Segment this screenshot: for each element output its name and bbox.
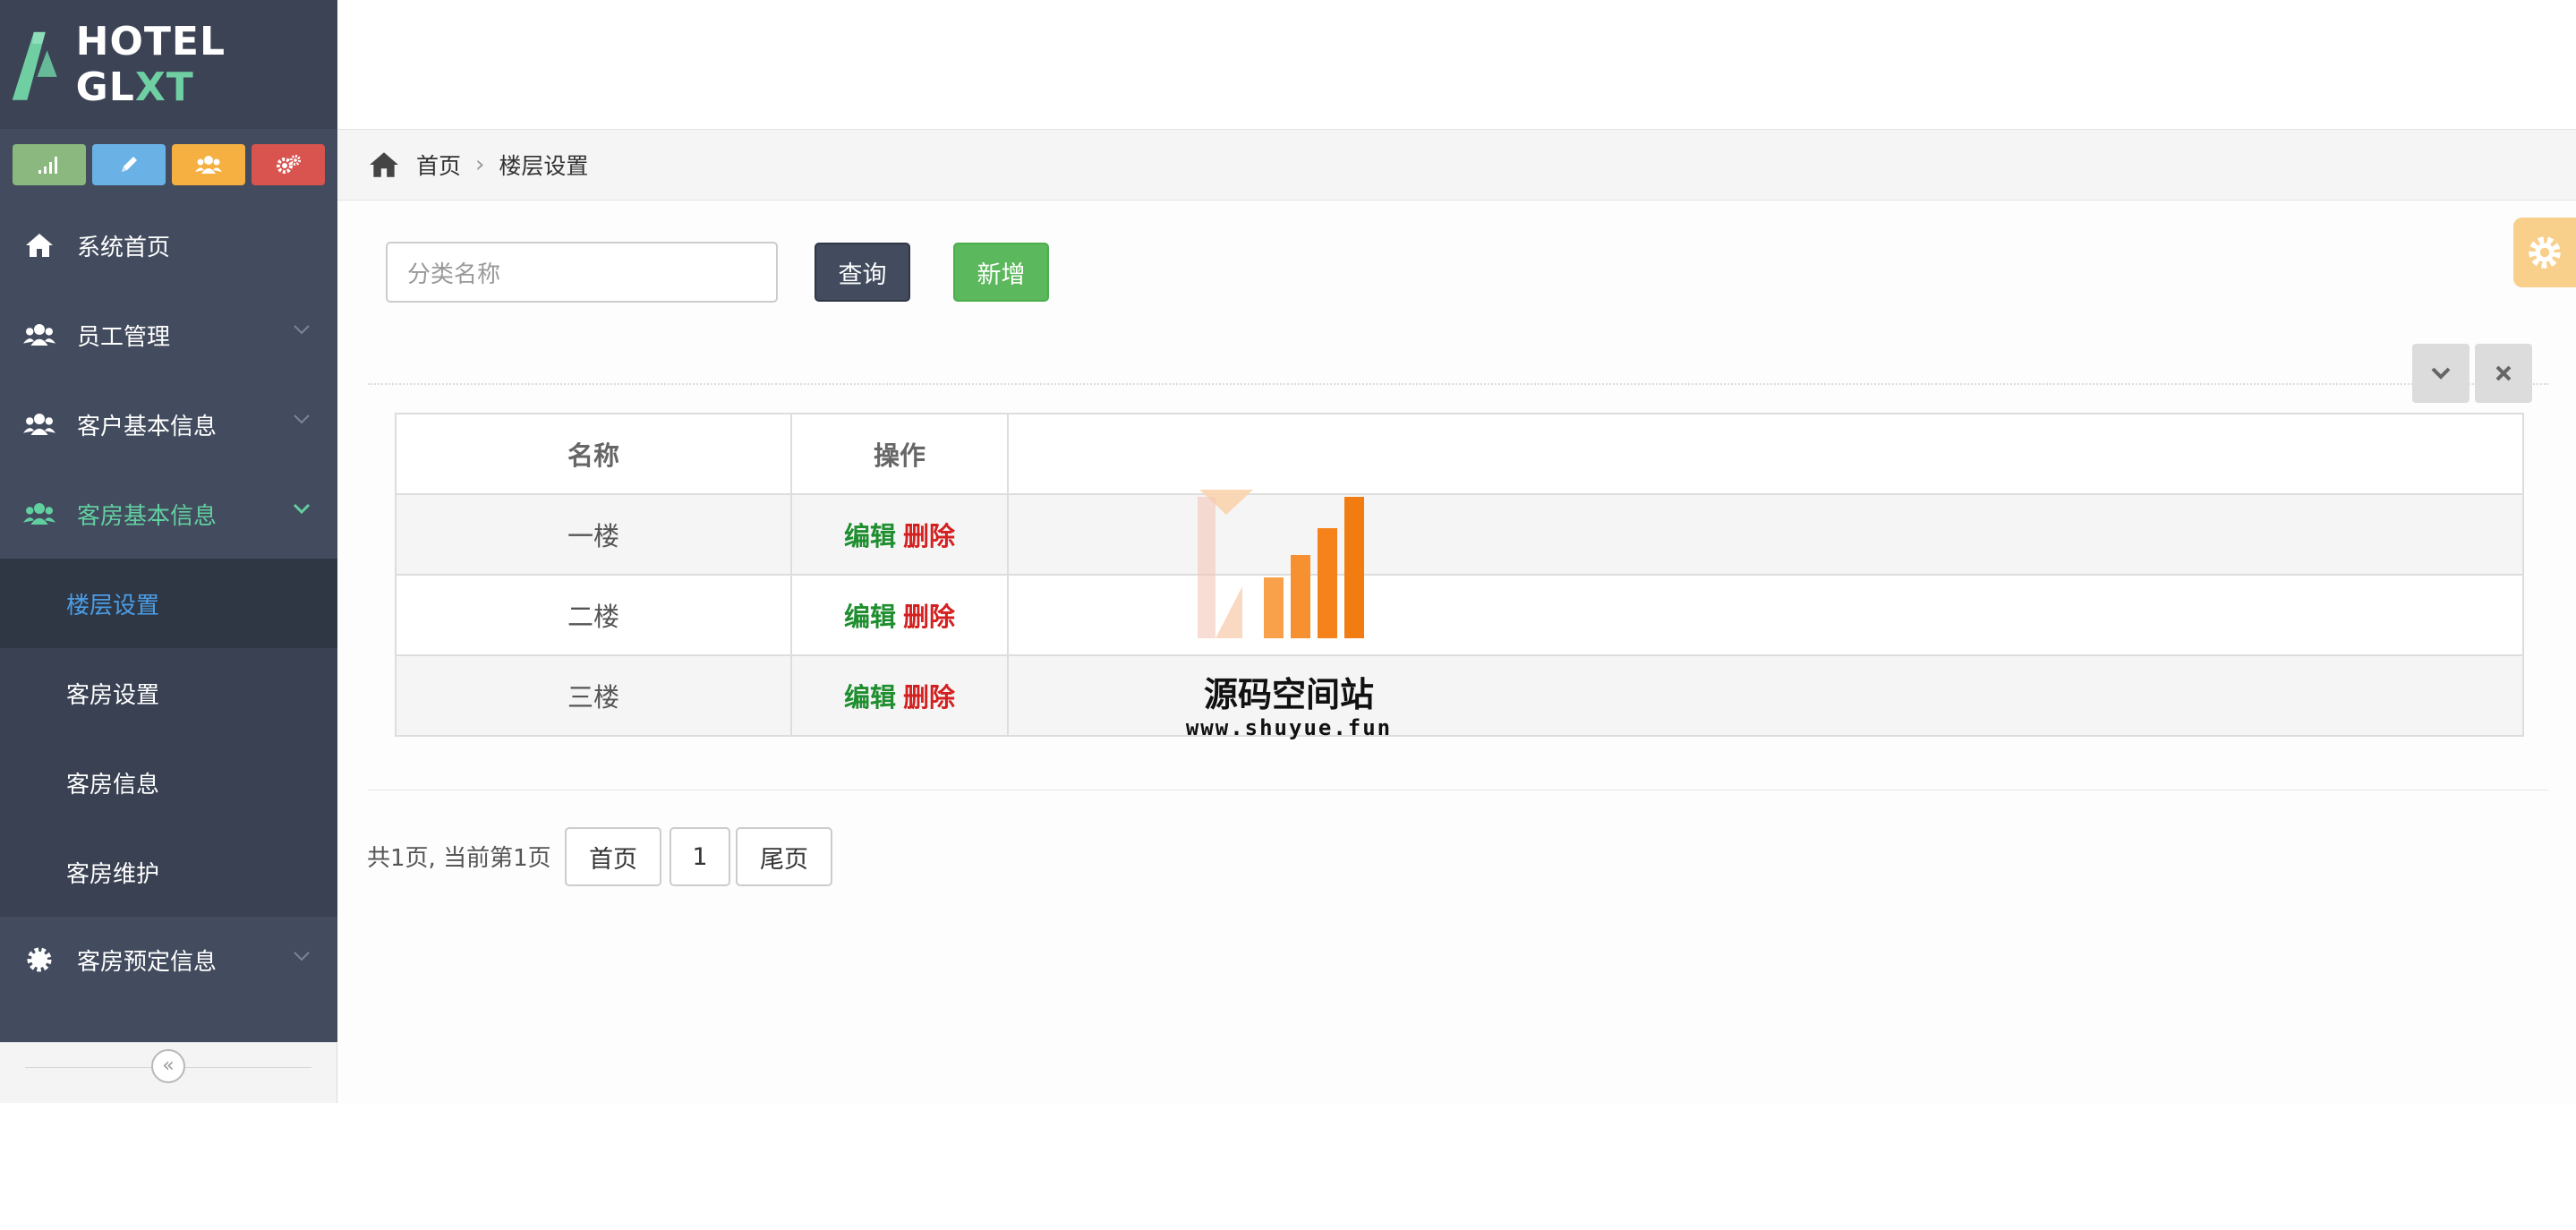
collapse-panel-button[interactable] xyxy=(2412,344,2469,403)
collapse-sidebar-button[interactable]: « xyxy=(151,1049,185,1083)
category-name-search-input[interactable]: 分类名称 xyxy=(386,242,778,303)
sidebar-item-reservations[interactable]: 客房预定信息 xyxy=(0,917,337,1003)
last-page-label: 尾页 xyxy=(760,845,808,874)
delete-link[interactable]: 删除 xyxy=(903,602,955,632)
chevron-down-icon xyxy=(294,952,310,961)
edit-link[interactable]: 编辑 xyxy=(844,682,896,713)
shortcut-group-button[interactable] xyxy=(172,144,245,185)
search-input-placeholder: 分类名称 xyxy=(407,261,501,288)
shortcut-signal-button[interactable] xyxy=(13,144,86,185)
breadcrumb-current: 楼层设置 xyxy=(499,153,589,179)
pencil-icon xyxy=(122,157,137,172)
double-chevron-left-icon: « xyxy=(162,1055,175,1077)
watermark: 源码空间站 www.shuyue.fun xyxy=(1164,488,1414,747)
settings-panel-toggle[interactable] xyxy=(2513,218,2576,287)
submenu-item-floor-settings[interactable]: 楼层设置 xyxy=(0,559,337,648)
shortcut-bar xyxy=(0,129,337,201)
edit-link[interactable]: 编辑 xyxy=(844,602,896,632)
gear-icon xyxy=(23,944,55,976)
chevron-down-icon xyxy=(294,414,310,424)
sidebar-item-customers[interactable]: 客户基本信息 xyxy=(0,380,337,469)
shortcut-pencil-button[interactable] xyxy=(92,144,166,185)
submenu-item-room-settings[interactable]: 客房设置 xyxy=(0,648,337,738)
breadcrumb-home[interactable]: 首页 xyxy=(416,149,461,181)
gear-icon xyxy=(2529,236,2561,269)
top-header xyxy=(337,0,2576,129)
logo: HOTEL GLXT xyxy=(0,0,337,129)
floor-name-cell: 一楼 xyxy=(395,493,792,576)
chevron-down-icon xyxy=(294,325,310,335)
sidebar-item-label: 员工管理 xyxy=(77,323,171,351)
last-page-button[interactable]: 尾页 xyxy=(736,827,832,886)
close-icon xyxy=(2495,365,2512,381)
logo-icon xyxy=(12,31,57,100)
actions-cell: 编辑 删除 xyxy=(790,654,1009,737)
floor-table: 名称 操作 一楼 编辑 删除 二楼 编辑 删除 三楼 编辑 删除 xyxy=(395,413,2524,737)
watermark-url: www.shuyue.fun xyxy=(1185,715,1393,740)
submenu-item-room-maintenance[interactable]: 客房维护 xyxy=(0,827,337,917)
shortcut-gears-button[interactable] xyxy=(252,144,325,185)
query-button-label: 查询 xyxy=(838,261,887,289)
first-page-label: 首页 xyxy=(589,845,637,874)
sidebar-item-rooms[interactable]: 客房基本信息 xyxy=(0,469,337,559)
delete-link[interactable]: 删除 xyxy=(903,682,955,713)
actions-cell: 编辑 删除 xyxy=(790,493,1009,576)
group-icon xyxy=(23,408,55,440)
close-panel-button[interactable] xyxy=(2475,344,2532,403)
first-page-button[interactable]: 首页 xyxy=(565,827,661,886)
submenu-item-label: 客房维护 xyxy=(66,860,160,888)
sidebar: HOTEL GLXT 系统首页 员工管理 客户基本信息 客房基本信息 楼层设置 … xyxy=(0,0,337,1103)
column-header-empty xyxy=(1007,413,2524,495)
table-row: 一楼 编辑 删除 xyxy=(395,493,2524,576)
rooms-submenu: 楼层设置 客房设置 客房信息 客房维护 xyxy=(0,559,337,917)
sidebar-collapse-bar: « xyxy=(0,1042,337,1103)
gears-icon xyxy=(277,155,301,174)
sidebar-item-label: 客房基本信息 xyxy=(77,502,218,530)
group-icon xyxy=(23,498,55,530)
sidebar-overflow-item xyxy=(0,1003,337,1042)
column-header-name: 名称 xyxy=(395,413,792,495)
submenu-item-label: 客房设置 xyxy=(66,681,160,709)
floor-name-cell: 三楼 xyxy=(395,654,792,737)
watermark-title: 源码空间站 xyxy=(1203,675,1374,714)
chevron-down-icon xyxy=(293,503,311,514)
sidebar-item-employees[interactable]: 员工管理 xyxy=(0,290,337,380)
page-1-button[interactable]: 1 xyxy=(670,827,730,886)
add-button[interactable]: 新增 xyxy=(953,243,1049,302)
add-button-label: 新增 xyxy=(977,261,1026,289)
breadcrumb: 首页 › 楼层设置 xyxy=(337,129,2576,201)
group-icon xyxy=(195,156,222,174)
signal-icon xyxy=(38,157,57,174)
sidebar-item-label: 客户基本信息 xyxy=(77,413,218,440)
sidebar-item-label: 客房预定信息 xyxy=(77,948,218,976)
logo-text: HOTEL GLXT xyxy=(75,19,226,110)
floor-name-cell: 二楼 xyxy=(395,574,792,656)
sidebar-item-label: 系统首页 xyxy=(77,234,171,261)
table-row: 二楼 编辑 删除 xyxy=(395,574,2524,656)
group-icon xyxy=(23,319,55,351)
query-button[interactable]: 查询 xyxy=(815,243,910,302)
pagination-info: 共1页, 当前第1页 xyxy=(367,845,551,872)
chevron-down-icon xyxy=(2431,367,2451,380)
submenu-item-label: 楼层设置 xyxy=(66,592,160,619)
page-number-label: 1 xyxy=(692,842,708,871)
submenu-item-label: 客房信息 xyxy=(66,771,160,799)
home-icon[interactable] xyxy=(368,150,400,179)
column-header-actions: 操作 xyxy=(790,413,1009,495)
home-icon xyxy=(23,229,55,261)
sidebar-item-home[interactable]: 系统首页 xyxy=(0,201,337,290)
table-row: 三楼 编辑 删除 xyxy=(395,654,2524,737)
delete-link[interactable]: 删除 xyxy=(903,521,955,551)
divider xyxy=(368,383,2548,385)
table-header-row: 名称 操作 xyxy=(395,413,2524,495)
submenu-item-room-info[interactable]: 客房信息 xyxy=(0,738,337,827)
breadcrumb-separator: › xyxy=(475,151,485,178)
actions-cell: 编辑 删除 xyxy=(790,574,1009,656)
watermark-logo xyxy=(1198,490,1364,638)
edit-link[interactable]: 编辑 xyxy=(844,521,896,551)
